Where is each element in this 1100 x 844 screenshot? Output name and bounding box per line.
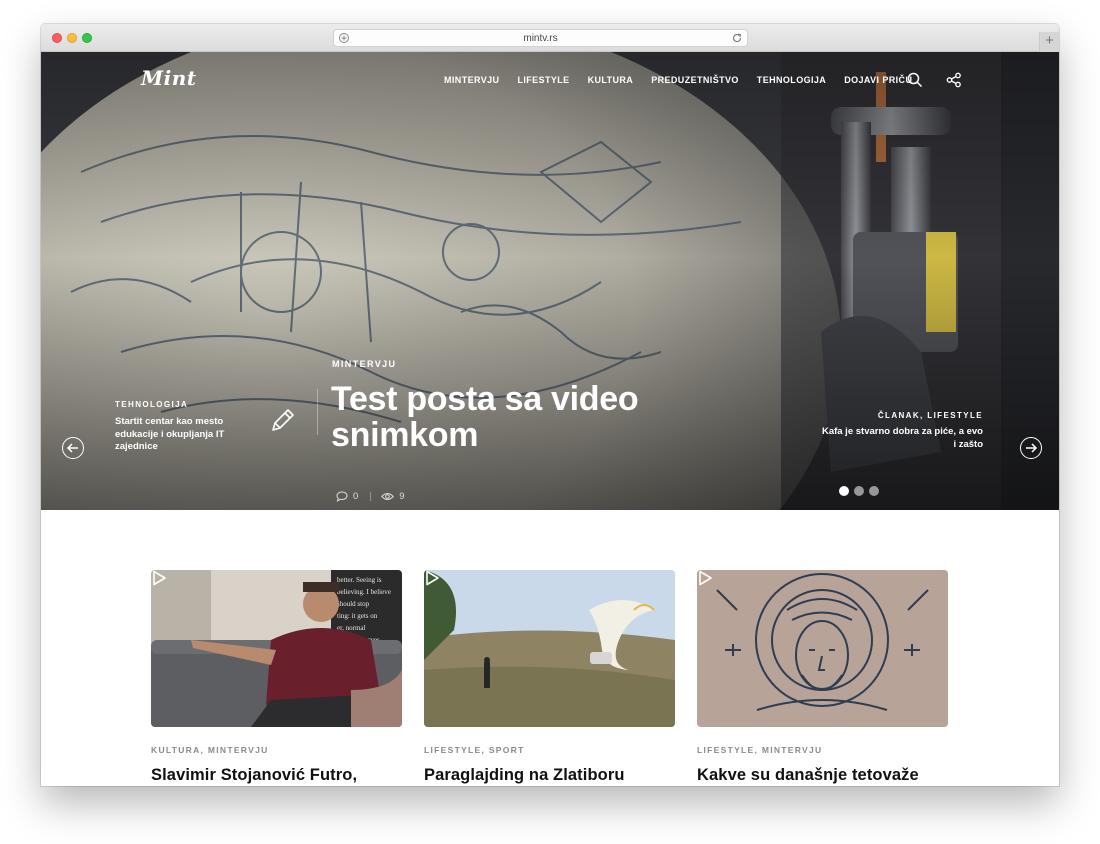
play-icon[interactable] [424, 570, 440, 586]
article-thumbnail[interactable] [424, 570, 675, 727]
menu-item-lifestyle[interactable]: LIFESTYLE [517, 75, 569, 85]
article-title[interactable]: Paraglajding na Zlatiboru [424, 766, 625, 785]
article-title[interactable]: Slavimir Stojanović Futro, [151, 766, 357, 785]
paragliding-photo [424, 570, 675, 727]
views-value: 9 [399, 491, 405, 502]
new-tab-button[interactable]: + [1039, 32, 1059, 52]
slider-next-button[interactable] [1020, 437, 1042, 459]
minimize-window-button[interactable] [67, 33, 77, 43]
teaser-divider [317, 389, 318, 435]
site-info-icon[interactable] [338, 32, 350, 44]
main-slide-meta: 0 9 [336, 491, 405, 502]
slider-dot-3[interactable] [869, 486, 879, 496]
meta-separator [370, 492, 372, 501]
eye-icon [381, 493, 395, 500]
main-slide-category[interactable]: MINTERVJU [332, 359, 396, 369]
close-window-button[interactable] [52, 33, 62, 43]
site-navigation: Mint MINTERVJU LIFESTYLE KULTURA PREDUZE… [41, 52, 1059, 108]
tattoo-photo [697, 570, 948, 727]
zoom-window-button[interactable] [82, 33, 92, 43]
article-title[interactable]: Kakve su današnje tetovaže [697, 766, 919, 785]
svg-text:believing. I believe: believing. I believe [337, 588, 391, 596]
share-icon[interactable] [946, 72, 962, 88]
comments-value: 0 [353, 491, 359, 502]
browser-window: mintv.rs + Mint MINTERVJU LIFESTYLE KULT… [41, 24, 1059, 786]
slider-dot-2[interactable] [854, 486, 864, 496]
teaser-title: Kafa je stvarno dobra za piće, a evo i z… [821, 426, 983, 450]
menu-item-kultura[interactable]: KULTURA [588, 75, 634, 85]
play-icon[interactable] [697, 570, 713, 586]
comment-icon [336, 491, 348, 502]
play-icon[interactable] [151, 570, 167, 586]
teaser-title: Startit centar kao mesto edukacije i oku… [115, 416, 225, 452]
main-slide-title[interactable]: Test posta sa video snimkom [331, 381, 711, 453]
article-thumbnail[interactable] [697, 570, 948, 727]
svg-text:ting: it gets on: ting: it gets on [337, 612, 378, 620]
site-logo[interactable]: Mint [141, 66, 197, 90]
menu-item-preduzetnistvo[interactable]: PREDUZETNIŠTVO [651, 75, 739, 85]
address-bar[interactable]: mintv.rs [333, 29, 748, 47]
search-icon[interactable] [907, 72, 923, 88]
article-grid: better. Seeing is believing. I believe s… [151, 570, 948, 786]
comments-count[interactable]: 0 [336, 491, 358, 502]
browser-titlebar: mintv.rs + [41, 24, 1059, 52]
reload-icon[interactable] [731, 32, 743, 44]
teaser-category: ČLANAK, LIFESTYLE [877, 411, 983, 420]
pencil-icon [272, 409, 294, 431]
teaser-category: TEHNOLOGIJA [115, 400, 189, 409]
views-count: 9 [381, 491, 405, 502]
arrow-left-icon [66, 443, 78, 453]
slider-prev-button[interactable] [62, 437, 84, 459]
arrow-right-icon [1026, 443, 1038, 453]
slider-dot-1[interactable] [839, 486, 849, 496]
hero-slider: Mint MINTERVJU LIFESTYLE KULTURA PREDUZE… [41, 52, 1059, 510]
article-categories[interactable]: LIFESTYLE, MINTERVJU [697, 745, 823, 755]
svg-text:should stop: should stop [337, 600, 370, 608]
url-text: mintv.rs [523, 33, 558, 44]
article-categories[interactable]: KULTURA, MINTERVJU [151, 745, 269, 755]
menu-item-dojavi-pricu[interactable]: DOJAVI PRIČU [844, 75, 912, 85]
article-thumbnail[interactable]: better. Seeing is believing. I believe s… [151, 570, 402, 727]
prev-slide-teaser[interactable]: TEHNOLOGIJA Startit centar kao mesto edu… [115, 400, 255, 454]
menu-item-mintervju[interactable]: MINTERVJU [444, 75, 499, 85]
menu-item-tehnologija[interactable]: TEHNOLOGIJA [757, 75, 826, 85]
interview-photo: better. Seeing is believing. I believe s… [151, 570, 402, 727]
slider-dots [839, 486, 879, 496]
svg-text:better. Seeing is: better. Seeing is [337, 576, 382, 584]
next-slide-teaser[interactable]: ČLANAK, LIFESTYLE Kafa je stvarno dobra … [821, 411, 983, 451]
article-categories[interactable]: LIFESTYLE, SPORT [424, 745, 525, 755]
main-menu: MINTERVJU LIFESTYLE KULTURA PREDUZETNIŠT… [444, 75, 930, 85]
